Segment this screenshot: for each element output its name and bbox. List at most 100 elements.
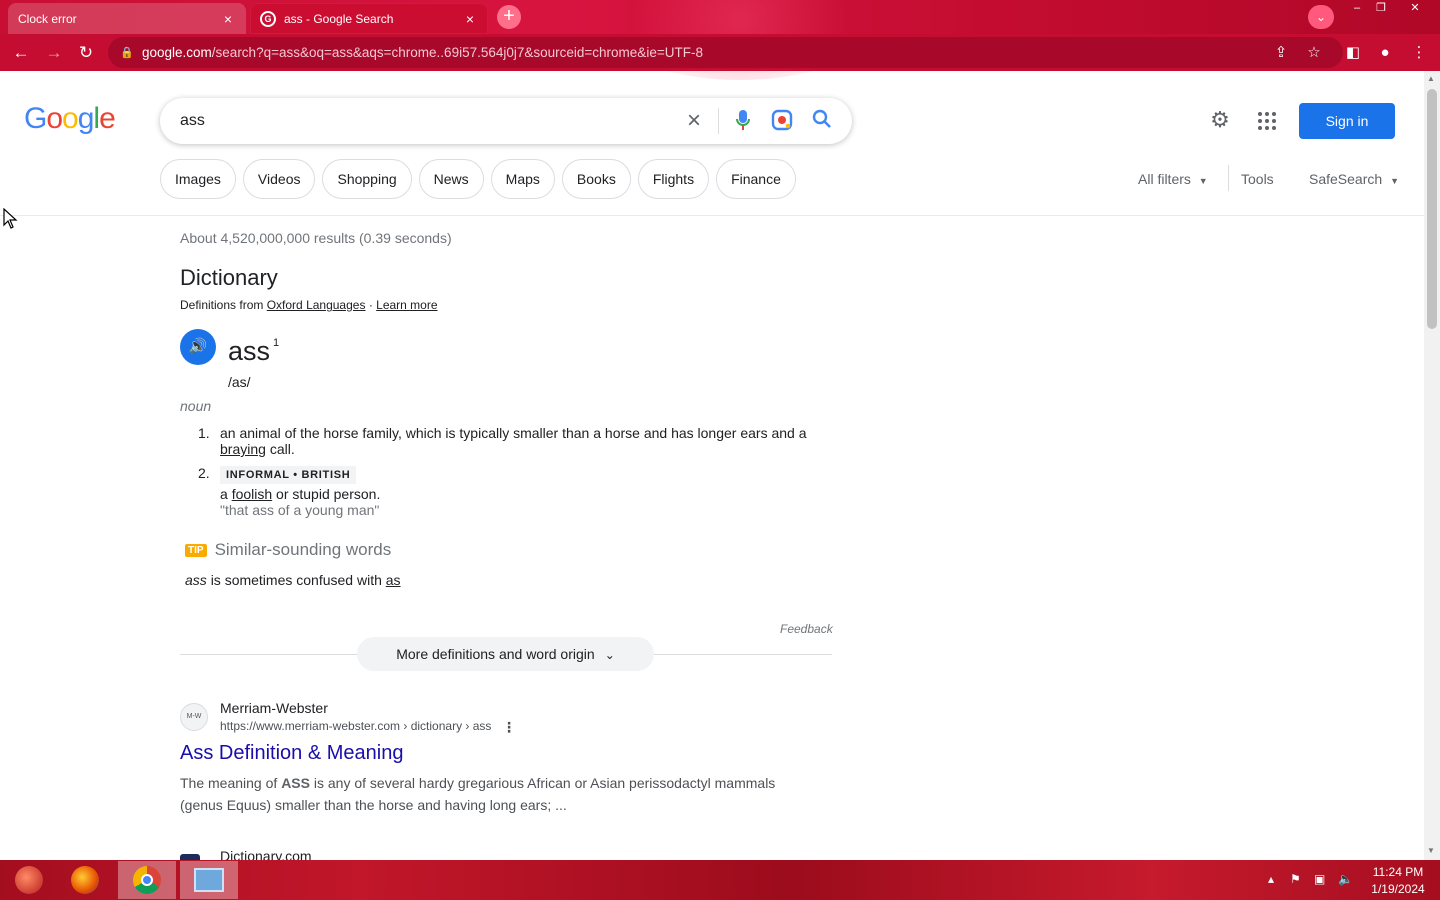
divider xyxy=(1228,165,1229,191)
lock-icon: 🔒 xyxy=(120,47,134,59)
definitions-list: 1. an animal of the horse family, which … xyxy=(198,425,838,526)
google-favicon-icon: G xyxy=(260,10,276,27)
more-definitions-button[interactable]: More definitions and word origin ⌄ xyxy=(357,637,654,671)
clock-time: 11:24 PM xyxy=(1372,865,1424,879)
chip-flights[interactable]: Flights xyxy=(637,159,710,199)
chip-finance[interactable]: Finance xyxy=(716,159,796,199)
tab-search-button[interactable]: ⌄ xyxy=(1308,5,1334,29)
search-icon[interactable] xyxy=(810,109,834,133)
taskbar-chrome[interactable] xyxy=(118,861,176,899)
result-source[interactable]: M-W Merriam-Webster https://www.merriam-… xyxy=(180,700,516,735)
settings-gear-icon[interactable]: ⚙ xyxy=(1208,108,1232,132)
foolish-link[interactable]: foolish xyxy=(232,486,272,502)
volume-muted-icon[interactable]: 🔈 xyxy=(1338,872,1353,886)
voice-search-icon[interactable] xyxy=(731,109,755,133)
taskbar-control-panel[interactable] xyxy=(180,861,238,899)
chip-shopping[interactable]: Shopping xyxy=(322,159,412,199)
tab-strip: Clock error × G ass - Google Search × + … xyxy=(0,0,1440,80)
lens-search-icon[interactable] xyxy=(770,109,794,133)
result-snippet: The meaning of ASS is any of several har… xyxy=(180,775,776,813)
usage-example: "that ass of a young man" xyxy=(220,502,380,518)
tab-title: ass - Google Search xyxy=(284,11,394,26)
bookmark-star-icon[interactable]: ☆ xyxy=(1303,42,1325,64)
start-orb-icon xyxy=(15,866,43,894)
result-stats: About 4,520,000,000 results (0.39 second… xyxy=(180,230,452,246)
learn-more-link[interactable]: Learn more xyxy=(376,298,437,312)
part-of-speech: noun xyxy=(180,398,212,414)
tip-section: TIP Similar-sounding words xyxy=(185,540,391,560)
caret-down-icon: ▼ xyxy=(1198,176,1208,186)
scroll-down-icon: ▼ xyxy=(1427,846,1435,855)
chip-maps[interactable]: Maps xyxy=(490,159,555,199)
divider xyxy=(718,108,719,134)
dictionary-source: Definitions from Oxford Languages · Lear… xyxy=(180,298,438,312)
show-hidden-icons[interactable]: ▴ xyxy=(1268,872,1274,886)
header-divider xyxy=(0,215,1424,216)
site-url: https://www.merriam-webster.com › dictio… xyxy=(220,719,492,733)
forward-button[interactable]: → xyxy=(43,42,65,64)
definition-item: 2. INFORMAL • BRITISH a foolish or stupi… xyxy=(198,465,381,518)
google-apps-grid-icon[interactable] xyxy=(1256,110,1278,132)
side-panel-icon[interactable]: ◧ xyxy=(1342,42,1364,64)
tip-badge: TIP xyxy=(185,543,207,557)
close-window-button[interactable]: ✕ xyxy=(1404,2,1426,16)
action-center-flag-icon[interactable]: ⚑ xyxy=(1290,872,1301,886)
tab-title: Clock error xyxy=(18,11,77,26)
sign-in-button[interactable]: Sign in xyxy=(1299,103,1395,139)
chip-videos[interactable]: Videos xyxy=(242,159,316,199)
profile-avatar-icon[interactable]: ● xyxy=(1374,42,1396,64)
feedback-link[interactable]: Feedback xyxy=(780,622,833,636)
search-input[interactable] xyxy=(180,112,660,130)
site-favicon: M-W xyxy=(180,702,208,731)
search-box: × xyxy=(160,98,852,144)
braying-link[interactable]: braying xyxy=(220,441,266,457)
chip-news[interactable]: News xyxy=(418,159,484,199)
new-tab-button[interactable]: + xyxy=(497,5,521,29)
close-icon[interactable]: × xyxy=(462,11,478,27)
usage-tag: INFORMAL • BRITISH xyxy=(220,466,357,484)
clear-search-icon[interactable]: × xyxy=(682,109,706,133)
share-icon[interactable]: ⇪ xyxy=(1270,42,1292,64)
chip-books[interactable]: Books xyxy=(561,159,631,199)
scroll-thumb[interactable] xyxy=(1427,89,1437,329)
address-bar[interactable]: 🔒 google.com/search?q=ass&oq=ass&aqs=chr… xyxy=(108,37,1343,68)
browser-toolbar: ← → ↻ 🔒 google.com/search?q=ass&oq=ass&a… xyxy=(0,34,1440,71)
url-text: google.com/search?q=ass&oq=ass&aqs=chrom… xyxy=(142,45,703,60)
safesearch-dropdown[interactable]: SafeSearch ▼ xyxy=(1309,171,1399,187)
definition-item: 1. an animal of the horse family, which … xyxy=(198,425,807,457)
chip-images[interactable]: Images xyxy=(160,159,236,199)
back-button[interactable]: ← xyxy=(10,42,32,64)
pronunciation-speaker-icon[interactable]: 🔊 xyxy=(180,329,216,365)
restore-button[interactable]: ❐ xyxy=(1370,2,1392,16)
taskbar-firefox[interactable] xyxy=(56,861,114,899)
more-options-icon[interactable]: ⋮ xyxy=(502,719,516,736)
page-scrollbar[interactable]: ▲ ▼ xyxy=(1424,71,1440,860)
all-filters-dropdown[interactable]: All filters ▼ xyxy=(1138,171,1208,187)
close-icon[interactable]: × xyxy=(220,11,236,27)
clock-date: 1/19/2024 xyxy=(1371,882,1425,896)
google-logo[interactable]: Google xyxy=(24,102,116,136)
taskbar xyxy=(0,860,1440,900)
result-title-link[interactable]: Ass Definition & Meaning xyxy=(180,742,403,765)
site-name: Merriam-Webster xyxy=(220,700,328,716)
chrome-icon xyxy=(133,866,161,894)
tip-heading: Similar-sounding words xyxy=(214,540,392,559)
start-button[interactable] xyxy=(0,861,58,899)
headword: ass 1 xyxy=(228,336,280,366)
phonetic: /as/ xyxy=(228,374,251,390)
tab-clock-error[interactable]: Clock error × xyxy=(8,3,246,34)
as-link[interactable]: as xyxy=(386,572,401,588)
oxford-languages-link[interactable]: Oxford Languages xyxy=(267,298,366,312)
search-filter-chips: Images Videos Shopping News Maps Books F… xyxy=(160,159,796,199)
network-icon[interactable]: ▣ xyxy=(1314,872,1325,886)
chevron-down-icon: ⌄ xyxy=(604,648,615,662)
caret-down-icon: ▼ xyxy=(1390,176,1399,186)
dictionary-title: Dictionary xyxy=(180,265,278,290)
confused-words: ass is sometimes confused with as xyxy=(185,572,401,588)
tab-google-search[interactable]: G ass - Google Search × xyxy=(250,3,488,34)
menu-kebab-icon[interactable]: ⋮ xyxy=(1408,42,1430,64)
minimize-button[interactable]: – xyxy=(1346,2,1368,16)
taskbar-clock[interactable]: 11:24 PM 1/19/2024 xyxy=(1366,864,1430,898)
reload-button[interactable]: ↻ xyxy=(75,42,97,64)
tools-button[interactable]: Tools xyxy=(1241,171,1274,187)
